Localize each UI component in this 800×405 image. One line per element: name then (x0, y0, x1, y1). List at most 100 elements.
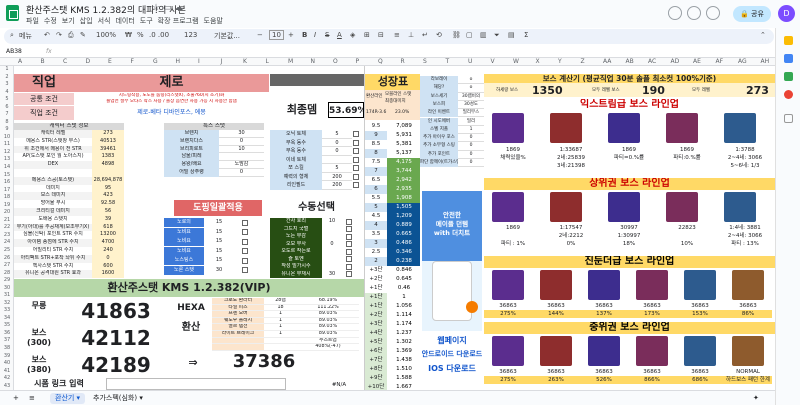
row-header[interactable]: 28 (1, 270, 13, 276)
column-header[interactable]: AC (648, 58, 656, 65)
right-label-value[interactable]: 200 (322, 181, 352, 190)
contacts-icon[interactable] (784, 72, 793, 81)
stat-value[interactable]: 600 (92, 262, 124, 271)
checkbox[interactable] (353, 173, 359, 180)
row-header[interactable]: 39 (1, 353, 13, 359)
column-header[interactable]: K (243, 58, 247, 65)
checkbox[interactable] (353, 139, 359, 146)
ios-download-link[interactable]: IOS 다운로드 (422, 362, 482, 375)
print-icon[interactable]: ⎙ (68, 31, 74, 40)
right-label-value[interactable]: 0 (322, 147, 352, 156)
maps-icon[interactable] (784, 90, 793, 99)
right-list-value[interactable]: 30 (322, 270, 342, 278)
wrap-icon[interactable]: ↵ (422, 31, 428, 39)
stat-value[interactable]: 1600 (92, 270, 124, 279)
comment-add-icon[interactable]: ▢ (466, 31, 473, 39)
webpage-link[interactable]: 웹페이지 (422, 334, 482, 347)
checkbox[interactable] (346, 263, 352, 270)
right-list-value[interactable] (322, 263, 342, 271)
menu-item[interactable]: 데이터 (115, 16, 134, 26)
checkbox[interactable] (353, 156, 359, 163)
column-header[interactable]: AG (738, 58, 747, 65)
checkbox[interactable] (242, 257, 248, 264)
hyper-value[interactable]: 30 (204, 265, 234, 275)
font-size-input[interactable]: 10 (269, 30, 284, 40)
menu-item[interactable]: 보기 (62, 16, 75, 26)
manual-select-label[interactable]: 수동선택 (269, 200, 364, 216)
row-header[interactable]: 7 (1, 111, 13, 117)
history-icon[interactable] (668, 6, 682, 20)
row-header[interactable]: 34 (1, 315, 13, 321)
paint-format-icon[interactable]: ✎ (80, 31, 86, 39)
tab-hwansan[interactable]: 환산기 ▾ (50, 393, 86, 404)
sheets-logo-icon[interactable] (6, 5, 19, 21)
mid-stat-value[interactable]: 0 (219, 169, 264, 177)
row-header[interactable]: 43 (1, 383, 13, 389)
checkbox[interactable] (353, 148, 359, 154)
right-list-value[interactable] (322, 248, 342, 256)
stat-value[interactable]: 618 (92, 223, 124, 232)
checkbox[interactable] (346, 218, 352, 225)
link-input[interactable] (106, 378, 286, 390)
checkbox[interactable] (242, 219, 248, 226)
spreadsheet-grid[interactable]: A B C D E F G H I J K L M N O P Q R S T U V W X Y Z AA AB AC AD AE AF AG… (0, 58, 775, 390)
stat-value[interactable]: 1383 (92, 153, 124, 162)
option-value[interactable]: 0 (458, 134, 484, 143)
stat-value[interactable]: 56 (92, 208, 124, 216)
row-header[interactable]: 9 (1, 126, 13, 132)
row-header[interactable]: 35 (1, 322, 13, 328)
column-header[interactable]: C (63, 58, 67, 65)
row-header[interactable]: 25 (1, 247, 13, 253)
row-header[interactable]: 6 (1, 104, 13, 110)
search-icon[interactable]: ⌕ (10, 31, 14, 40)
row-header[interactable]: 4 (1, 89, 13, 95)
stat-value[interactable]: 40513 (92, 137, 124, 146)
number-format-button[interactable]: 123 (184, 31, 197, 39)
stat-value[interactable]: 39 (92, 215, 124, 224)
mid-stat-value[interactable]: 30 (219, 130, 264, 138)
column-header[interactable]: G (153, 58, 158, 65)
right-list-value[interactable] (322, 255, 342, 263)
row-header[interactable]: 11 (1, 141, 13, 147)
checkbox[interactable] (346, 256, 352, 262)
zoom-select[interactable]: 100% (96, 31, 116, 39)
column-header[interactable]: H (176, 58, 181, 65)
column-header[interactable]: S (423, 58, 427, 65)
column-header[interactable]: O (333, 58, 338, 65)
cell-reference[interactable]: AB38 (6, 48, 22, 55)
row-header[interactable]: 13 (1, 156, 13, 162)
valign-icon[interactable]: ⊥ (408, 31, 414, 39)
row-header[interactable]: 33 (1, 307, 13, 313)
document-title[interactable]: 환산주스탯 KMS 1.2.382의 대파!의 사본 (26, 3, 186, 16)
row-header[interactable]: 40 (1, 360, 13, 366)
row-header[interactable]: 24 (1, 239, 13, 245)
column-header[interactable]: M (288, 58, 293, 65)
increase-font-button[interactable]: + (288, 31, 294, 39)
mid-stat-value[interactable]: 노밤감 (219, 161, 264, 169)
column-header[interactable]: AA (603, 58, 611, 65)
text-color-button[interactable]: A (337, 31, 342, 39)
row-header[interactable]: 12 (1, 149, 13, 155)
stat-value[interactable]: 273 (92, 130, 124, 138)
row-header[interactable]: 42 (1, 375, 13, 381)
right-label-value[interactable]: 5 (322, 164, 352, 173)
column-header[interactable]: Q (378, 58, 383, 65)
stat-value[interactable]: 39461 (92, 145, 124, 154)
option-value[interactable]: 0 (458, 142, 484, 151)
checkbox[interactable] (353, 131, 359, 137)
mid-stat-value[interactable]: 10 (219, 145, 264, 154)
row-header[interactable]: 16 (1, 179, 13, 185)
option-value[interactable]: 밀리 (458, 117, 484, 126)
checkbox[interactable] (353, 182, 359, 188)
row-header[interactable]: 20 (1, 209, 13, 215)
add-sheet-button[interactable]: + (8, 393, 24, 404)
column-header[interactable]: W (513, 58, 519, 65)
tasks-icon[interactable] (784, 54, 793, 63)
right-list-value[interactable] (322, 233, 342, 241)
stat-value[interactable]: 28,694,878 (92, 176, 124, 185)
menu-item[interactable]: 도구 (140, 16, 153, 26)
row-header[interactable]: 14 (1, 164, 13, 170)
collapse-toolbar-icon[interactable]: ⌃ (760, 31, 766, 39)
column-header[interactable]: T (446, 58, 450, 65)
column-header[interactable]: AF (716, 58, 724, 65)
